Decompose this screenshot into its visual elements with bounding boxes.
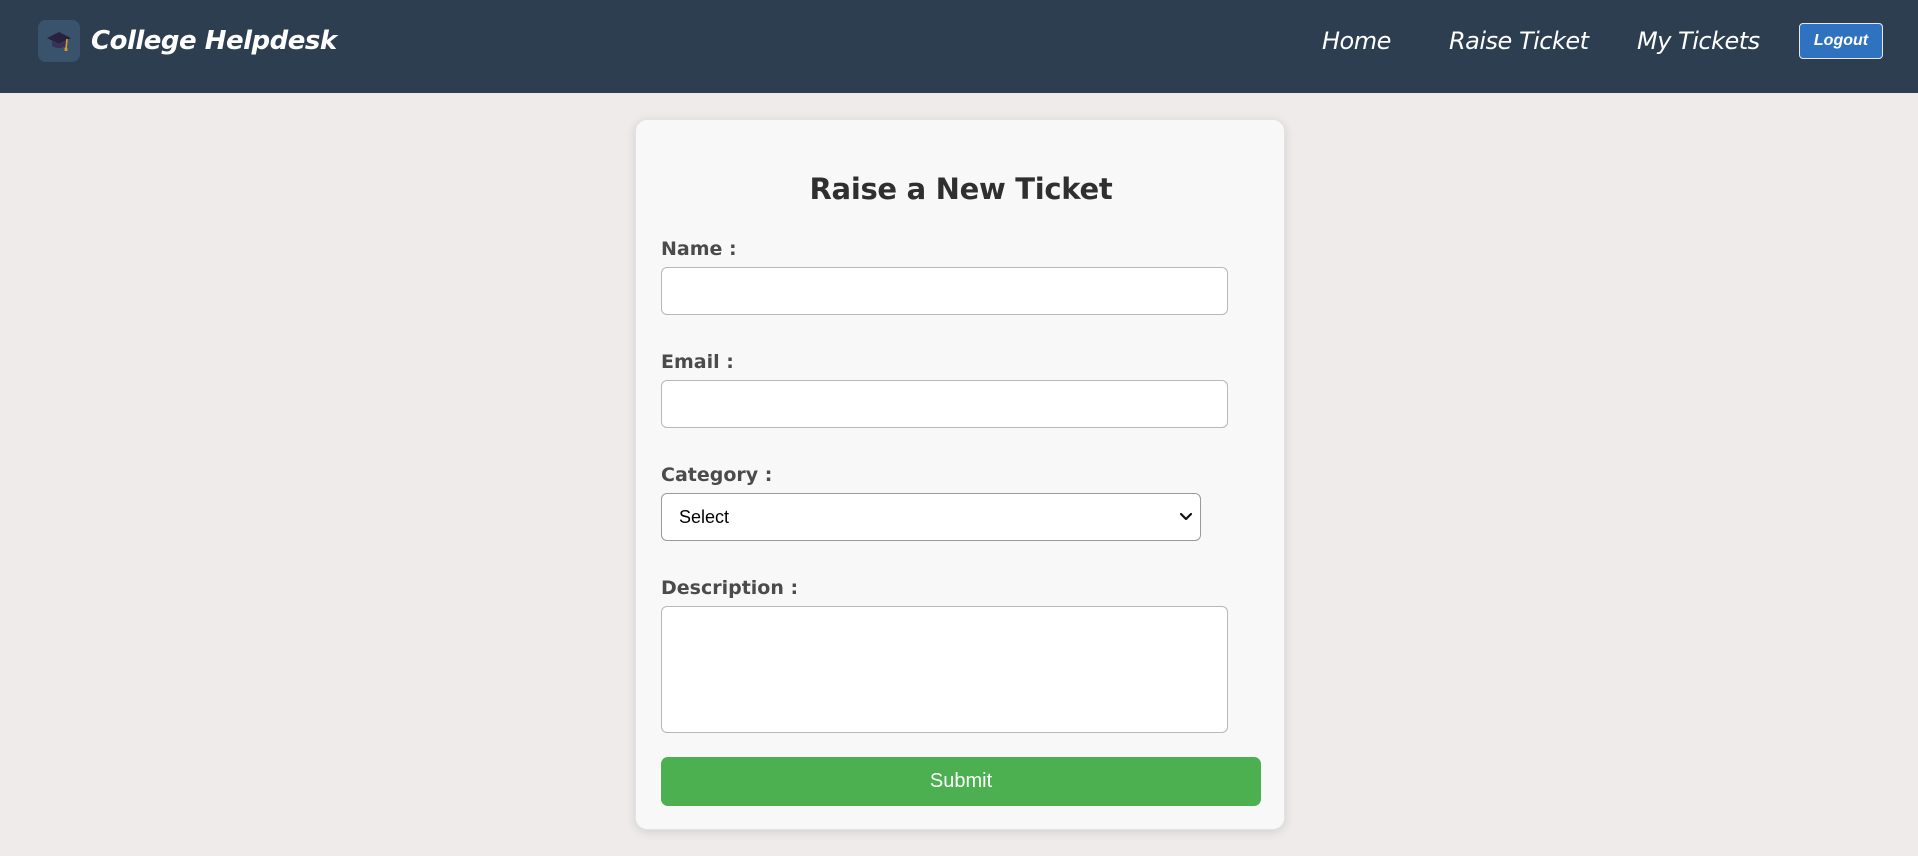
form-title: Raise a New Ticket (809, 172, 1113, 206)
name-input[interactable] (661, 267, 1228, 315)
nav-my-tickets[interactable]: My Tickets (1637, 24, 1760, 58)
chevron-down-icon (1179, 512, 1193, 521)
email-label: Email : (661, 351, 734, 373)
graduation-cap-icon (38, 20, 80, 62)
category-select[interactable]: Select (661, 493, 1201, 541)
navbar: College Helpdesk Home Raise Ticket My Ti… (0, 0, 1918, 93)
email-input[interactable] (661, 380, 1228, 428)
ticket-form-card: Raise a New Ticket Name : Email : Catego… (635, 119, 1285, 830)
nav-home[interactable]: Home (1322, 24, 1391, 58)
brand[interactable]: College Helpdesk (38, 20, 337, 62)
category-selected-value: Select (679, 507, 730, 527)
brand-name: College Helpdesk (91, 26, 337, 56)
nav-raise-ticket[interactable]: Raise Ticket (1449, 24, 1589, 58)
submit-button[interactable]: Submit (661, 757, 1261, 806)
description-label: Description : (661, 577, 799, 599)
category-label: Category : (661, 464, 773, 486)
logout-button[interactable]: Logout (1799, 23, 1883, 59)
name-label: Name : (661, 238, 737, 260)
description-textarea[interactable] (661, 606, 1228, 733)
